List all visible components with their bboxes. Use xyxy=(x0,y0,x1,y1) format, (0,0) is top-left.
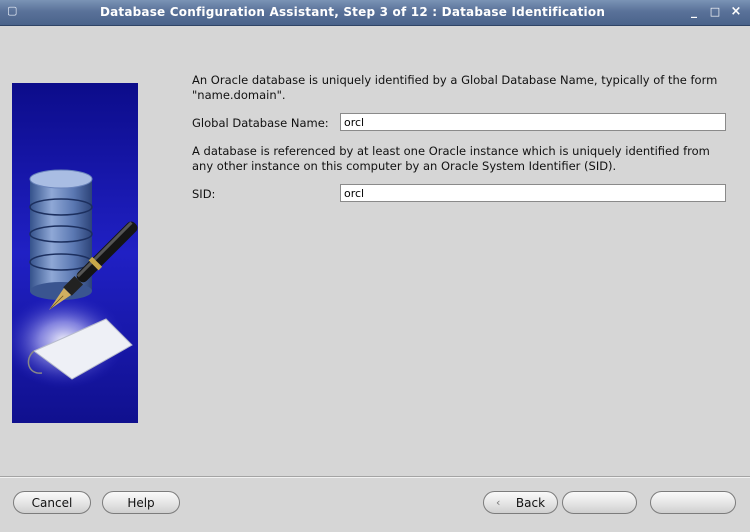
next-button[interactable] xyxy=(562,491,637,514)
sid-description: A database is referenced by at least one… xyxy=(192,144,710,173)
window-title: Database Configuration Assistant, Step 3… xyxy=(99,5,606,19)
global-name-description: An Oracle database is uniquely identifie… xyxy=(192,73,718,102)
cancel-button-label: Cancel xyxy=(31,495,73,510)
button-separator xyxy=(0,476,750,478)
back-arrow-icon: ‹ xyxy=(496,496,501,509)
database-pen-icon xyxy=(12,83,138,423)
close-icon[interactable]: × xyxy=(728,4,744,20)
help-button[interactable]: Help xyxy=(102,491,180,514)
finish-button[interactable] xyxy=(650,491,736,514)
minimize-icon[interactable]: _ xyxy=(686,3,702,19)
back-button[interactable]: ‹ Back xyxy=(483,491,558,514)
global-db-name-label: Global Database Name: xyxy=(192,116,329,130)
sid-label: SID: xyxy=(192,187,216,201)
help-button-label: Help xyxy=(127,495,155,510)
global-db-name-input[interactable] xyxy=(340,113,726,131)
back-button-label: Back xyxy=(515,495,546,510)
cancel-button[interactable]: Cancel xyxy=(13,491,91,514)
maximize-icon[interactable]: □ xyxy=(707,4,723,20)
title-bar[interactable]: ▢ Database Configuration Assistant, Step… xyxy=(0,0,750,26)
database-pen-illustration xyxy=(12,83,138,423)
sid-input[interactable] xyxy=(340,184,726,202)
